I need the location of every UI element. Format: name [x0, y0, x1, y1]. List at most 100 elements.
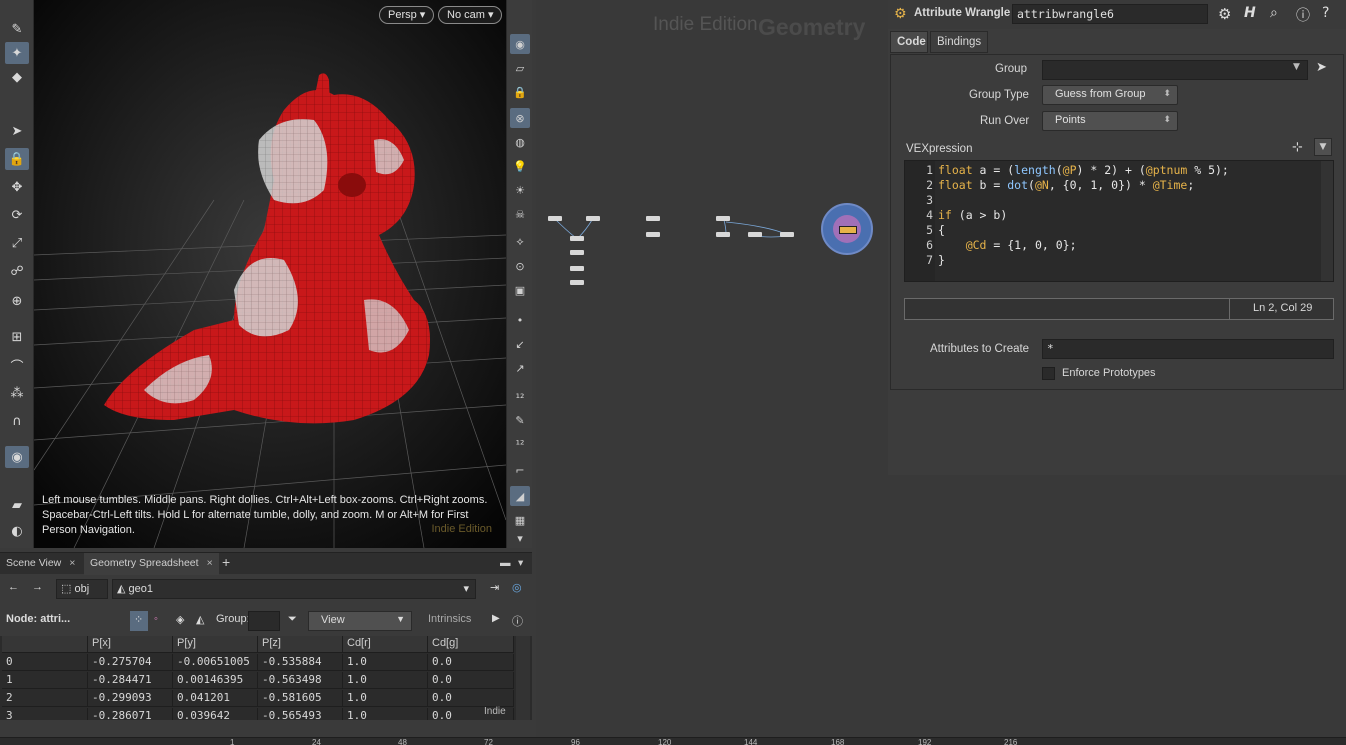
scale-handle-icon[interactable]: ⤢ [5, 232, 29, 254]
code-scrollbar[interactable] [1321, 161, 1333, 281]
network-node[interactable] [570, 236, 584, 241]
display-options-icon[interactable]: ▱ [510, 58, 530, 78]
link-icon[interactable]: ◎ [508, 579, 526, 599]
vex-code-editor[interactable]: 1 float a = (length(@P) * 2) + (@ptnum % … [904, 160, 1334, 282]
snap-grid-icon[interactable]: ⊞ [5, 326, 29, 348]
filter-icon[interactable]: ⏷ [284, 611, 301, 631]
tab-bindings[interactable]: Bindings [930, 31, 988, 53]
table-row[interactable]: 3 -0.286071 0.039642 -0.565493 1.0 0.0 [2, 708, 514, 720]
network-node[interactable] [570, 250, 584, 255]
column-header[interactable] [2, 636, 88, 653]
pose-tool-icon[interactable]: ☍ [5, 260, 29, 282]
select-arrow-icon[interactable]: ➤ [1316, 60, 1327, 75]
paint-display-icon[interactable]: ✎ [510, 410, 530, 430]
render-tool-icon[interactable]: ▰ [5, 494, 29, 516]
network-node[interactable] [748, 232, 762, 237]
prim-numbers-icon[interactable]: ¹² [510, 434, 530, 454]
primitive-normals-icon[interactable]: ↗ [510, 358, 530, 378]
timeline-bar[interactable]: 1 24 48 72 96 120 144 168 192 216 [0, 737, 1346, 745]
attributes-to-create-field[interactable]: * [1042, 339, 1334, 359]
rotate-handle-icon[interactable]: ⟳ [5, 204, 29, 226]
group-field[interactable] [248, 611, 280, 631]
gear-icon[interactable]: ⚙ [1218, 5, 1231, 23]
network-node[interactable] [780, 232, 794, 237]
play-icon[interactable]: ▶ [488, 611, 504, 631]
table-row[interactable]: 0 -0.275704 -0.00651005 -0.535884 1.0 0.… [2, 654, 514, 672]
network-node[interactable] [646, 232, 660, 237]
network-node[interactable] [716, 232, 730, 237]
point-numbers-icon[interactable]: ₁₂ [510, 384, 530, 404]
perspective-dropdown[interactable]: Persp ▾ [379, 6, 435, 24]
column-header[interactable]: Cd[r] [343, 636, 428, 653]
column-header[interactable]: P[z] [258, 636, 343, 653]
pin-icon[interactable]: ⇥ [486, 579, 503, 599]
skeleton-icon[interactable]: ☠ [510, 204, 530, 224]
close-icon[interactable]: × [207, 557, 213, 569]
snapshot-icon[interactable]: ⊙ [510, 256, 530, 276]
network-node[interactable] [570, 266, 584, 271]
lock-select-icon[interactable]: 🔒 [5, 148, 29, 170]
network-node[interactable] [586, 216, 600, 221]
brush-tool-icon[interactable]: ✦ [5, 42, 29, 64]
display-tool-icon[interactable]: ◐ [5, 520, 29, 542]
path-obj[interactable]: ⬚ obj [56, 579, 108, 599]
tab-scene-view[interactable]: Scene View × [0, 553, 81, 575]
tab-geometry-spreadsheet[interactable]: Geometry Spreadsheet × [84, 553, 219, 575]
column-header[interactable]: P[y] [173, 636, 258, 653]
network-node[interactable] [716, 216, 730, 221]
points-mode-icon[interactable]: ⁘ [130, 611, 148, 631]
network-node[interactable] [570, 280, 584, 285]
light-bulb-icon[interactable]: 💡 [510, 156, 530, 176]
info-icon[interactable]: ⓘ [1296, 5, 1310, 25]
attribwrangle-node[interactable] [839, 226, 857, 234]
chevron-down-icon[interactable]: ▼ [1293, 62, 1300, 72]
column-header[interactable]: Cd[g] [428, 636, 514, 653]
add-tab-button[interactable]: + [216, 553, 236, 575]
view-dropdown[interactable]: View ▼ [308, 611, 412, 631]
selected-node-ring[interactable] [821, 203, 873, 255]
table-row[interactable]: 1 -0.284471 0.00146395 -0.563498 1.0 0.0 [2, 672, 514, 690]
visualizer-icon[interactable]: ⟡ [510, 232, 530, 252]
paint-tool-icon[interactable]: ✎ [5, 18, 29, 40]
group-type-menu[interactable]: Guess from Group ⬍ [1042, 85, 1178, 105]
sculpt-tool-icon[interactable]: ◆ [5, 66, 29, 88]
point-display-icon[interactable]: • [510, 310, 530, 330]
group-field[interactable] [1042, 60, 1308, 80]
help-icon[interactable]: ? [1322, 5, 1329, 21]
primitives-mode-icon[interactable]: ◈ [172, 611, 188, 631]
forward-arrow-icon[interactable]: → [28, 579, 47, 599]
intrinsics-label[interactable]: Intrinsics [424, 611, 475, 631]
camera-dropdown[interactable]: No cam ▾ [438, 6, 503, 24]
search-icon[interactable]: ⌕ [1270, 5, 1278, 21]
table-row[interactable]: 2 -0.299093 0.041201 -0.581605 1.0 0.0 [2, 690, 514, 708]
eye-icon[interactable]: ◉ [510, 34, 530, 54]
transform-tool-icon[interactable]: ⊕ [5, 290, 29, 312]
view-tool-icon[interactable]: ◉ [5, 446, 29, 468]
run-over-menu[interactable]: Points ⬍ [1042, 111, 1178, 131]
close-icon[interactable]: × [69, 557, 75, 569]
help-icon[interactable]: ⓘ [508, 611, 527, 631]
headlight-icon[interactable]: ☀ [510, 180, 530, 200]
shading-icon[interactable]: ◍ [510, 132, 530, 152]
path-geo[interactable]: ◭ geo1 ▾ [112, 579, 476, 599]
back-arrow-icon[interactable]: ← [4, 579, 23, 599]
vertices-mode-icon[interactable]: ◦ [150, 611, 162, 631]
background-icon[interactable]: ◢ [510, 486, 530, 506]
add-parameter-icon[interactable]: ⊹ [1292, 140, 1303, 155]
scene-viewport[interactable]: Persp ▾ No cam ▾ Left mouse tumbles. Mid… [34, 0, 506, 548]
magnet-icon[interactable]: ∩ [5, 410, 29, 432]
vertical-scrollbar[interactable] [516, 636, 530, 720]
network-node[interactable] [646, 216, 660, 221]
corner-icon[interactable]: ⌐ [510, 460, 530, 480]
network-editor[interactable]: Indie Edition Geometry [536, 0, 888, 737]
scroll-down-icon[interactable]: ▾ [510, 528, 530, 548]
column-header[interactable]: P[x] [88, 636, 173, 653]
node-name-field[interactable]: attribwrangle6 [1012, 4, 1208, 24]
network-node[interactable] [548, 216, 562, 221]
pane-menu-icon[interactable]: ▾ [512, 553, 529, 575]
detail-mode-icon[interactable]: ◭ [192, 611, 208, 631]
houdini-help-icon[interactable]: H [1244, 5, 1256, 21]
enforce-prototypes-checkbox[interactable] [1042, 367, 1055, 380]
snap-point-icon[interactable]: ⁂ [5, 382, 29, 404]
lock-camera-icon[interactable]: 🔒 [510, 82, 530, 102]
